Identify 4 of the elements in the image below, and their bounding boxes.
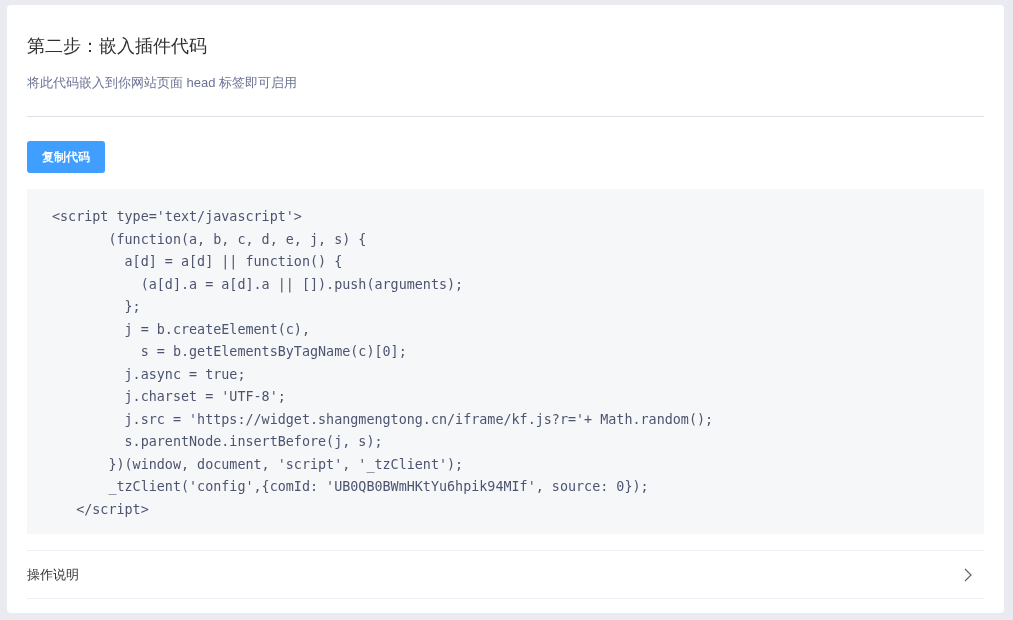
collapse-header[interactable]: 操作说明 <box>27 550 984 599</box>
page-title: 第二步：嵌入插件代码 <box>27 35 208 58</box>
page-subtitle: 将此代码嵌入到你网站页面 head 标签即可启用 <box>27 74 299 92</box>
code-block: <script type='text/javascript'> (function(a, b, c, d, e, j, s) { a[d] = a[d] || function() { (a[d].a = a[d].a || []).push(arguments); }; j = b.createElement(c), s = b.getElementsByTagName(c)[0]; j.async = true; j.charset = 'UTF-8'; j.src = 'https://widget.shangmengtong.cn/iframe/kf.js?r='+ Math.random(); s.parentNode.insertBefore(j, s); })(window, document, 'script', '_tzClient'); _tzClient('config',{comId: 'UB0QB0BWmHKtYu6hpik94MIf', source: 0}); </script> <box>27 189 984 534</box>
